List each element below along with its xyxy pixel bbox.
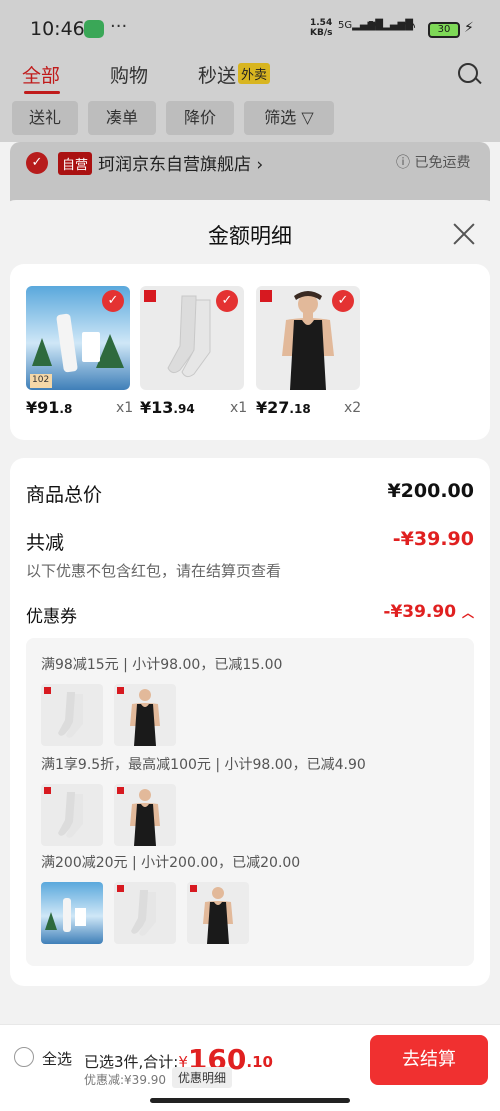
sunscreen-image: 102 ✓ — [26, 286, 130, 390]
store-check-icon[interactable]: ✓ — [26, 152, 48, 174]
product-check-icon[interactable]: ✓ — [102, 290, 124, 312]
coupon-label: 优惠券 — [26, 607, 77, 627]
reduce-note: 以下优惠不包含红包，请在结算页查看 — [26, 562, 282, 580]
coupon-toggle[interactable]: -¥39.90 ︿ — [383, 602, 474, 622]
reduce-value: -¥39.90 — [392, 528, 474, 550]
discount-amount: 优惠减:¥39.90 — [84, 1073, 167, 1087]
top-tabs: 全部 购物 秒送 外卖 — [0, 55, 500, 95]
product-item[interactable]: ✓ ¥27.18 x2 — [256, 286, 361, 417]
product-qty: x1 — [230, 400, 248, 416]
product-item[interactable]: ✓ ¥13.94 x1 — [140, 286, 247, 417]
product-check-icon[interactable]: ✓ — [332, 290, 354, 312]
close-icon[interactable] — [452, 222, 476, 246]
socks-image: ✓ — [140, 286, 244, 390]
sunscreen-thumb — [41, 882, 103, 944]
tank-top-thumb — [114, 684, 176, 746]
tank-top-thumb — [114, 784, 176, 846]
wifi-icon: ◠ — [402, 17, 416, 36]
status-bar: 10:46 ··· 1.54 KB/s 5G▂▄▆█ 5G▂▄▆█ ◠ 30 ⚡ — [0, 0, 500, 60]
tab-express[interactable]: 秒送 外卖 — [198, 61, 271, 88]
free-shipping: ⓘ 已免运费 — [396, 155, 471, 171]
home-indicator[interactable] — [150, 1098, 350, 1103]
price-summary-card: 商品总价 ¥200.00 共减 -¥39.90 以下优惠不包含红包，请在结算页查… — [10, 458, 490, 986]
battery-icon: 30 — [428, 22, 460, 38]
product-price: ¥27.18 — [256, 398, 311, 417]
product-qty: x1 — [116, 400, 134, 416]
products-card: 102 ✓ ¥91.8 x1 ✓ ¥13.94 x1 ✓ ¥27.18 x2 — [10, 264, 490, 440]
status-time: 10:46 — [30, 18, 85, 40]
chevron-up-icon: ︿ — [461, 606, 474, 620]
wechat-icon — [84, 20, 104, 38]
tab-shopping[interactable]: 购物 — [110, 61, 148, 88]
amount-detail-sheet: 金额明细 102 ✓ ¥91.8 x1 ✓ ¥13.94 x1 ✓ ¥27.18… — [0, 200, 500, 1111]
total-label: 商品总价 — [26, 484, 103, 506]
select-all-label[interactable]: 全选 — [42, 1048, 72, 1069]
filter-price-drop[interactable]: 降价 — [166, 101, 234, 135]
product-check-icon[interactable]: ✓ — [216, 290, 238, 312]
more-notifications-icon: ··· — [110, 16, 128, 37]
socks-thumb — [41, 784, 103, 846]
socks-thumb — [41, 684, 103, 746]
coupon-details: 满98减15元 | 小计98.00，已减15.00 满1享9.5折，最高减100… — [26, 638, 474, 966]
tank-top-thumb — [187, 882, 249, 944]
product-item[interactable]: 102 ✓ ¥91.8 x1 — [26, 286, 133, 417]
filter-button[interactable]: 筛选 ▽ — [244, 101, 334, 135]
store-name[interactable]: 珂润京东自营旗舰店 › — [98, 150, 263, 175]
product-price: ¥91.8 — [26, 398, 73, 417]
sheet-title: 金额明细 — [208, 224, 292, 248]
checkout-button[interactable]: 去结算 — [370, 1035, 488, 1085]
sunscreen-price-tag: 102 — [32, 375, 50, 385]
filter-bundle[interactable]: 凑单 — [88, 101, 156, 135]
filter-gift[interactable]: 送礼 — [12, 101, 78, 135]
tank-top-image: ✓ — [256, 286, 360, 390]
discount-detail-button[interactable]: 优惠明细 — [172, 1067, 233, 1088]
tab-all[interactable]: 全部 — [22, 61, 60, 88]
tab-underline — [24, 91, 60, 94]
reduce-label: 共减 — [26, 532, 65, 554]
filter-bar: 送礼 凑单 降价 筛选 ▽ — [0, 95, 500, 142]
coupon-line: 满98减15元 | 小计98.00，已减15.00 — [41, 657, 283, 673]
takeout-badge: 外卖 — [238, 63, 271, 84]
coupon-line: 满1享9.5折，最高减100元 | 小计98.00，已减4.90 — [41, 757, 366, 773]
self-operated-badge: 自营 — [58, 152, 93, 175]
select-all-radio[interactable] — [14, 1047, 34, 1067]
socks-thumb — [114, 882, 176, 944]
product-price: ¥13.94 — [140, 398, 195, 417]
charging-icon: ⚡ — [464, 20, 474, 36]
network-speed: 1.54 KB/s — [310, 18, 333, 38]
coupon-line: 满200减20元 | 小计200.00，已减20.00 — [41, 855, 301, 871]
filter-icon: ▽ — [301, 108, 314, 127]
search-icon[interactable] — [458, 63, 478, 83]
product-qty: x2 — [344, 400, 362, 416]
total-value: ¥200.00 — [387, 480, 474, 502]
